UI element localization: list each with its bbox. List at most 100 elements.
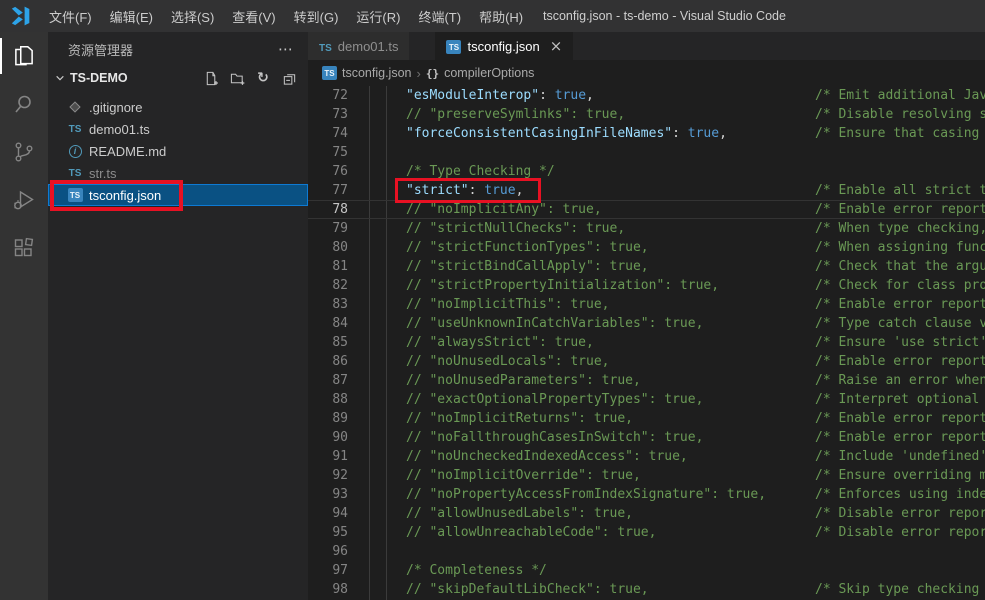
line-number: 77	[332, 183, 348, 198]
inline-comment: /* Enable error reporting for codepaths …	[815, 411, 985, 426]
file-name: README.md	[89, 143, 167, 159]
inline-comment: /* Include 'undefined' in index signatur…	[815, 449, 985, 464]
tab-bar: TS demo01.ts TS tsconfig.json ×	[308, 32, 985, 60]
breadcrumb[interactable]: TS tsconfig.json › {} compilerOptions	[308, 60, 985, 86]
activity-search-icon[interactable]	[0, 80, 48, 128]
activity-source-control-icon[interactable]	[0, 128, 48, 176]
inline-comment: /* Enable all strict type-checking optio…	[815, 183, 985, 198]
line-number: 95	[332, 525, 348, 540]
code-line-75[interactable]: 75	[308, 143, 985, 162]
code-line-79[interactable]: 79 // "strictNullChecks": true, /* When ty…	[308, 219, 985, 238]
line-number: 84	[332, 316, 348, 331]
inline-comment: /* When type checking, take into account…	[815, 221, 985, 236]
code-text: /* Completeness */	[406, 563, 547, 578]
tab-demo01-ts[interactable]: TS demo01.ts	[308, 32, 410, 60]
vscode-logo-icon	[11, 6, 30, 26]
code-line-86[interactable]: 86 // "noUnusedLocals": true, /* Enable er…	[308, 352, 985, 371]
new-folder-icon[interactable]	[228, 69, 246, 87]
line-number: 96	[332, 544, 348, 559]
line-number: 87	[332, 373, 348, 388]
file-item-demo01-ts[interactable]: TS demo01.ts	[48, 118, 308, 140]
breadcrumb-item[interactable]: tsconfig.json	[342, 66, 411, 80]
code-line-91[interactable]: 91 // "noUncheckedIndexedAccess": true, /*…	[308, 447, 985, 466]
sidebar-folder-ts-demo[interactable]: TS-DEMO ↻	[48, 66, 308, 90]
close-icon[interactable]: ×	[550, 38, 563, 54]
activity-run-debug-icon[interactable]	[0, 176, 48, 224]
code-line-98[interactable]: 98 // "skipDefaultLibCheck": true, /* Skip…	[308, 580, 985, 599]
code-line-73[interactable]: 73 // "preserveSymlinks": true, /* Disable…	[308, 105, 985, 124]
gitignore-icon	[66, 101, 84, 113]
menu-item-7[interactable]: 帮助(H)	[470, 0, 532, 32]
line-number: 93	[332, 487, 348, 502]
title-bar: 文件(F) 编辑(E) 选择(S) 查看(V) 转到(G) 运行(R) 终端(T) 帮助(H)…	[0, 0, 985, 32]
code-text: // "allowUnreachableCode": true,	[406, 525, 657, 540]
menu-item-4[interactable]: 转到(G)	[285, 0, 348, 32]
folder-name: TS-DEMO	[70, 71, 128, 85]
activity-explorer-icon[interactable]	[0, 32, 48, 80]
editor-code-area[interactable]: 72 "esModuleInterop": true, /* Emit additi…	[308, 86, 985, 600]
code-text: // "noUnusedLocals": true,	[406, 354, 610, 369]
code-line-96[interactable]: 96	[308, 542, 985, 561]
code-text: // "exactOptionalPropertyTypes": true,	[406, 392, 704, 407]
code-text: // "noUnusedParameters": true,	[406, 373, 641, 388]
file-name: demo01.ts	[89, 121, 150, 137]
collapse-all-icon[interactable]	[280, 69, 298, 87]
menu-item-1[interactable]: 编辑(E)	[101, 0, 162, 32]
line-number: 79	[332, 221, 348, 236]
code-line-72[interactable]: 72 "esModuleInterop": true, /* Emit additi…	[308, 86, 985, 105]
line-number: 72	[332, 88, 348, 103]
new-file-icon[interactable]	[202, 69, 220, 87]
code-line-82[interactable]: 82 // "strictPropertyInitialization": tru…	[308, 276, 985, 295]
code-line-97[interactable]: 97 /* Completeness */	[308, 561, 985, 580]
code-line-80[interactable]: 80 // "strictFunctionTypes": true, /* When…	[308, 238, 985, 257]
line-number: 74	[332, 126, 348, 141]
code-line-94[interactable]: 94 // "allowUnusedLabels": true, /* Disabl…	[308, 504, 985, 523]
ts-icon: TS	[319, 42, 332, 54]
code-line-93[interactable]: 93 // "noPropertyAccessFromIndexSignature…	[308, 485, 985, 504]
file-item--gitignore[interactable]: .gitignore	[48, 96, 308, 118]
explorer-sidebar: 资源管理器 ⋯ TS-DEMO ↻ .gitignore TS demo01.ts i…	[48, 32, 308, 600]
code-text: // "useUnknownInCatchVariables": true,	[406, 316, 704, 331]
menu-item-6[interactable]: 终端(T)	[409, 0, 470, 32]
info-icon: i	[66, 144, 84, 158]
menu-item-2[interactable]: 选择(S)	[162, 0, 223, 32]
explorer-title: 资源管理器	[68, 42, 134, 58]
code-line-85[interactable]: 85 // "alwaysStrict": true, /* Ensure 'use…	[308, 333, 985, 352]
activity-bar	[0, 32, 48, 600]
code-line-92[interactable]: 92 // "noImplicitOverride": true, /* Ensur…	[308, 466, 985, 485]
inline-comment: /* Enable error reporting for expression…	[815, 202, 985, 217]
code-text: // "noImplicitReturns": true,	[406, 411, 633, 426]
chevron-down-icon	[52, 73, 68, 83]
code-line-95[interactable]: 95 // "allowUnreachableCode": true, /* Dis…	[308, 523, 985, 542]
code-line-83[interactable]: 83 // "noImplicitThis": true, /* Enable er…	[308, 295, 985, 314]
inline-comment: /* Enable error reporting when a local v…	[815, 354, 985, 369]
menu-item-3[interactable]: 查看(V)	[223, 0, 284, 32]
inline-comment: /* Raise an error when a function parame…	[815, 373, 985, 388]
file-item-str-ts[interactable]: TS str.ts	[48, 162, 308, 184]
code-line-74[interactable]: 74 "forceConsistentCasingInFileNames": tr…	[308, 124, 985, 143]
code-line-84[interactable]: 84 // "useUnknownInCatchVariables": true,…	[308, 314, 985, 333]
code-text: // "noPropertyAccessFromIndexSignature":…	[406, 487, 767, 502]
code-text: "forceConsistentCasingInFileNames": true…	[406, 126, 727, 141]
refresh-icon[interactable]: ↻	[254, 69, 272, 87]
code-line-76[interactable]: 76 /* Type Checking */	[308, 162, 985, 181]
code-line-89[interactable]: 89 // "noImplicitReturns": true, /* Enable…	[308, 409, 985, 428]
tab-tsconfig-json[interactable]: TS tsconfig.json ×	[435, 32, 574, 60]
more-actions-icon[interactable]: ⋯	[278, 40, 294, 58]
code-line-88[interactable]: 88 // "exactOptionalPropertyTypes": true,…	[308, 390, 985, 409]
activity-extensions-icon[interactable]	[0, 224, 48, 272]
window-title: tsconfig.json - ts-demo - Visual Studio …	[543, 9, 786, 23]
menu-item-5[interactable]: 运行(R)	[347, 0, 409, 32]
menu-item-0[interactable]: 文件(F)	[40, 0, 101, 32]
code-line-77[interactable]: 77 "strict": true, /* Enable all strict ty…	[308, 178, 985, 203]
inline-comment: /* When assigning functions, check to en…	[815, 240, 985, 255]
code-line-81[interactable]: 81 // "strictBindCallApply": true, /* Chec…	[308, 257, 985, 276]
breadcrumb-item[interactable]: compilerOptions	[444, 66, 534, 80]
file-item-tsconfig-json[interactable]: TS tsconfig.json	[48, 180, 308, 211]
code-line-87[interactable]: 87 // "noUnusedParameters": true, /* Raise…	[308, 371, 985, 390]
line-number: 82	[332, 278, 348, 293]
code-line-78[interactable]: 78 // "noImplicitAny": true, /* Enable err…	[308, 200, 985, 219]
code-line-90[interactable]: 90 // "noFallthroughCasesInSwitch": true,…	[308, 428, 985, 447]
tab-label: tsconfig.json	[467, 38, 540, 54]
file-item-readme-md[interactable]: i README.md	[48, 140, 308, 162]
